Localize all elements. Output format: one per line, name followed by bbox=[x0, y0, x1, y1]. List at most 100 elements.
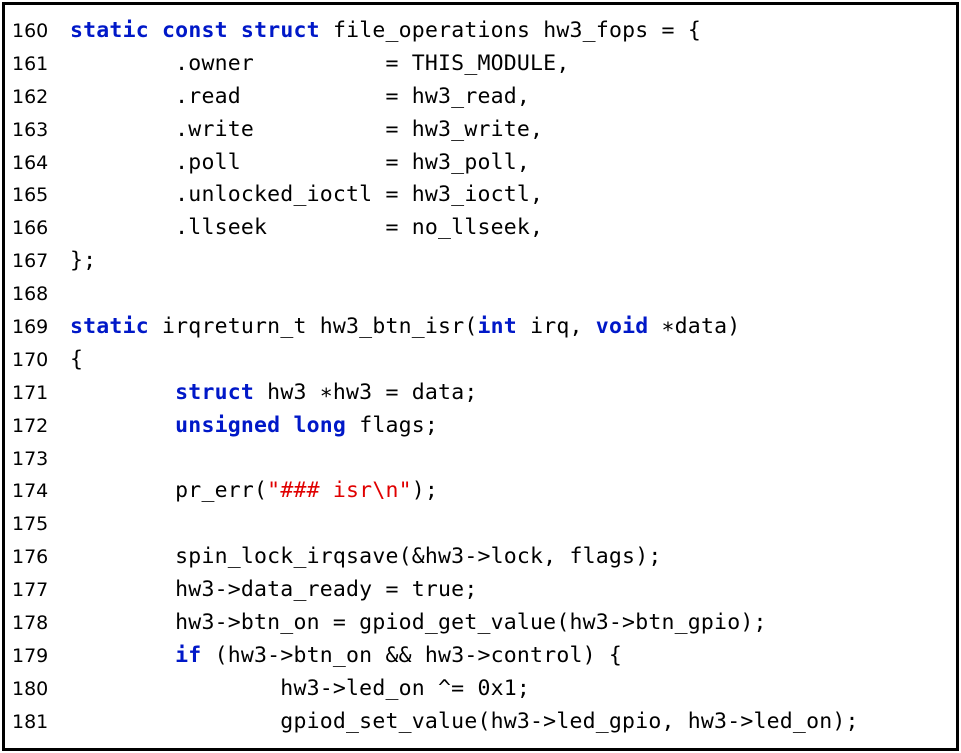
keyword-token: if bbox=[175, 642, 202, 668]
code-line: 163 .write = hw3_write, bbox=[5, 114, 956, 147]
code-listing: 160 static const struct file_operations h… bbox=[5, 15, 956, 739]
line-number: 166 bbox=[12, 217, 49, 240]
line-number: 164 bbox=[12, 151, 49, 174]
code-token: hw3->led_on ^= 0x1; bbox=[70, 675, 531, 701]
code-line: 162 .read = hw3_read, bbox=[5, 81, 956, 114]
code-line: 171 struct hw3 ∗hw3 = data; bbox=[5, 377, 956, 410]
code-line: 165 .unlocked_ioctl = hw3_ioctl, bbox=[5, 179, 956, 212]
code-text: .owner = THIS_MODULE, bbox=[70, 48, 569, 81]
code-text: unsigned long flags; bbox=[70, 410, 438, 443]
code-token: irq, bbox=[516, 314, 596, 340]
code-line: 170 { bbox=[5, 344, 956, 377]
code-text: .llseek = no_llseek, bbox=[70, 212, 543, 245]
code-line: 167}; bbox=[5, 245, 956, 278]
code-token: ∗data) bbox=[648, 314, 741, 340]
code-text: .write = hw3_write, bbox=[70, 114, 543, 147]
string-literal-token: "### isr\n" bbox=[267, 478, 412, 504]
code-token: .owner = THIS_MODULE, bbox=[70, 50, 570, 76]
line-number: 177 bbox=[12, 579, 49, 602]
code-token: ); bbox=[411, 478, 439, 504]
code-text: gpiod_set_value(hw3->led_gpio, hw3->led_… bbox=[70, 706, 859, 739]
code-text: if (hw3->btn_on && hw3->control) { bbox=[70, 640, 622, 673]
line-number: 167 bbox=[12, 250, 49, 273]
code-text: static irqreturn_t hw3_btn_isr(int irq, … bbox=[70, 311, 740, 344]
code-token: .llseek = no_llseek, bbox=[70, 215, 544, 241]
line-number: 171 bbox=[12, 381, 49, 404]
line-number: 162 bbox=[12, 85, 49, 108]
code-text: spin_lock_irqsave(&hw3->lock, flags); bbox=[70, 541, 661, 574]
code-text: .poll = hw3_poll, bbox=[70, 147, 530, 180]
code-text: hw3->btn_on = gpiod_get_value(hw3->btn_g… bbox=[70, 607, 767, 640]
line-number: 178 bbox=[12, 612, 49, 635]
code-token: flags; bbox=[346, 412, 439, 438]
code-token: }; bbox=[70, 248, 97, 274]
code-line: 160 static const struct file_operations h… bbox=[5, 15, 956, 48]
code-text: }; bbox=[70, 245, 96, 278]
line-number: 181 bbox=[12, 710, 49, 733]
keyword-token: unsigned bbox=[175, 412, 281, 438]
code-token: .write = hw3_write, bbox=[70, 116, 544, 142]
code-text: hw3->data_ready = true; bbox=[70, 574, 477, 607]
code-token: file_operations hw3_fops = { bbox=[319, 18, 701, 43]
code-line: 166 .llseek = no_llseek, bbox=[5, 212, 956, 245]
code-line: 177 hw3->data_ready = true; bbox=[5, 574, 956, 607]
line-number: 180 bbox=[12, 677, 49, 700]
code-line: 178 hw3->btn_on = gpiod_get_value(hw3->b… bbox=[5, 607, 956, 640]
code-line: 161 .owner = THIS_MODULE, bbox=[5, 48, 956, 81]
code-text: static const struct file_operations hw3_… bbox=[70, 15, 701, 48]
code-text: hw3->led_on ^= 0x1; bbox=[70, 673, 530, 706]
code-line: 179 if (hw3->btn_on && hw3->control) { bbox=[5, 640, 956, 673]
code-line: 172 unsigned long flags; bbox=[5, 410, 956, 443]
line-number: 173 bbox=[12, 447, 49, 470]
code-line: 181 gpiod_set_value(hw3->led_gpio, hw3->… bbox=[5, 706, 956, 739]
keyword-token: void bbox=[595, 314, 649, 340]
code-line: 176 spin_lock_irqsave(&hw3->lock, flags)… bbox=[5, 541, 956, 574]
line-number: 160 bbox=[12, 20, 49, 42]
keyword-token: long bbox=[293, 412, 347, 438]
code-line: 168 bbox=[5, 278, 956, 311]
keyword-token: static bbox=[70, 314, 149, 340]
code-text: .unlocked_ioctl = hw3_ioctl, bbox=[70, 179, 543, 212]
code-line: 180 hw3->led_on ^= 0x1; bbox=[5, 673, 956, 706]
code-listing-frame: 160 static const struct file_operations h… bbox=[2, 2, 959, 751]
line-number: 168 bbox=[12, 283, 49, 306]
code-token: hw3->data_ready = true; bbox=[70, 577, 478, 603]
line-number: 176 bbox=[12, 546, 49, 569]
code-token: pr_err( bbox=[70, 478, 268, 504]
line-number: 172 bbox=[12, 414, 49, 437]
code-line: 164 .poll = hw3_poll, bbox=[5, 147, 956, 180]
line-number: 165 bbox=[12, 184, 49, 207]
code-text: { bbox=[70, 344, 83, 377]
code-token: spin_lock_irqsave(&hw3->lock, flags); bbox=[70, 544, 662, 570]
line-number: 179 bbox=[12, 644, 49, 667]
code-line: 174 pr_err("### isr\n"); bbox=[5, 475, 956, 508]
code-token: .read = hw3_read, bbox=[70, 83, 531, 109]
keyword-token: int bbox=[477, 314, 517, 340]
keyword-token: const bbox=[162, 18, 228, 43]
code-token: hw3 ∗hw3 = data; bbox=[254, 379, 478, 405]
code-token: .unlocked_ioctl = hw3_ioctl, bbox=[70, 182, 544, 208]
line-number: 169 bbox=[12, 316, 49, 339]
code-token: irqreturn_t hw3_btn_isr( bbox=[148, 314, 478, 340]
keyword-token: struct bbox=[240, 18, 320, 43]
line-number: 163 bbox=[12, 118, 49, 141]
line-number: 170 bbox=[12, 348, 49, 371]
code-token: { bbox=[70, 346, 84, 372]
code-text: struct hw3 ∗hw3 = data; bbox=[70, 377, 477, 410]
keyword-token: static bbox=[70, 18, 149, 43]
code-text: pr_err("### isr\n"); bbox=[70, 475, 438, 508]
line-number: 174 bbox=[12, 480, 49, 503]
code-line: 173 bbox=[5, 443, 956, 476]
code-token: hw3->btn_on = gpiod_get_value(hw3->btn_g… bbox=[70, 610, 767, 636]
code-token: (hw3->btn_on && hw3->control) { bbox=[201, 642, 623, 668]
line-number: 175 bbox=[12, 513, 49, 536]
code-line: 169 static irqreturn_t hw3_btn_isr(int ir… bbox=[5, 311, 956, 344]
keyword-token: struct bbox=[175, 379, 255, 405]
code-token: gpiod_set_value(hw3->led_gpio, hw3->led_… bbox=[70, 708, 859, 734]
